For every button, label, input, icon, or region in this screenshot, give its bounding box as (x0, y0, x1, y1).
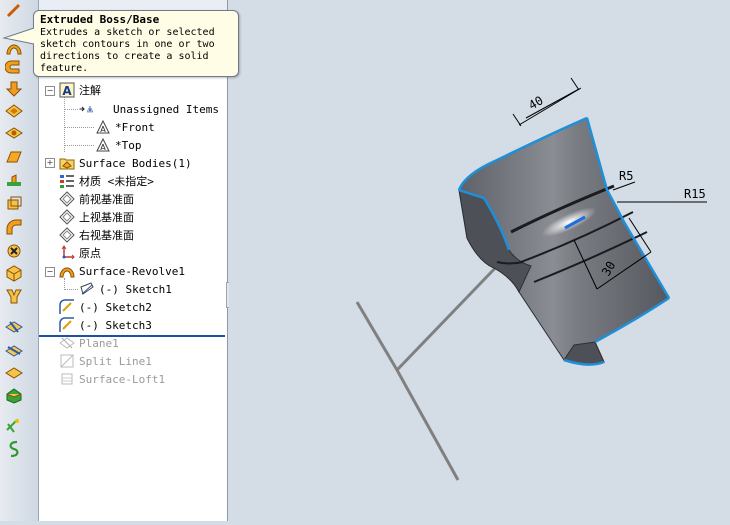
curves-icon[interactable] (4, 440, 24, 458)
tree-item-label: Split Line1 (79, 354, 152, 368)
tree-guide-line (64, 289, 78, 290)
collapse-revolve-toggle[interactable]: − (45, 267, 55, 277)
tooltip-title: Extruded Boss/Base (40, 13, 160, 26)
tree-item-label: Plane1 (79, 336, 119, 350)
svg-text:A: A (100, 143, 106, 152)
boundary-boss-icon[interactable] (4, 102, 24, 120)
sketch-icon (79, 281, 95, 297)
tree-item-front-annotation[interactable]: A *Front (95, 118, 155, 136)
tree-item-label: 右视基准面 (79, 229, 134, 242)
split-line-icon (59, 353, 75, 369)
expand-surface-bodies-toggle[interactable]: + (45, 158, 55, 168)
tooltip-body: Extrudes a sketch or selected sketch con… (40, 27, 238, 75)
extruded-cut-icon[interactable] (4, 124, 24, 142)
tree-item-label: 材质 <未指定> (79, 175, 154, 188)
tooltip-line: Extrudes a sketch or selected (40, 27, 215, 38)
annotation-view-icon: A (95, 137, 111, 153)
wrap-icon[interactable] (4, 287, 24, 305)
tree-item-annotations[interactable]: A 注解 (59, 81, 101, 99)
shell-icon[interactable] (4, 194, 24, 212)
tree-item-label: (-) Sketch2 (79, 300, 152, 314)
annotation-view-icon: A (95, 119, 111, 135)
tree-guide-line (64, 145, 94, 146)
tree-item-sketch3[interactable]: (-) Sketch3 (59, 316, 152, 334)
svg-text:A: A (62, 84, 72, 98)
arrow-annotation-icon: A (79, 101, 95, 117)
tree-item-label: Surface Bodies(1) (79, 156, 192, 170)
model-view[interactable]: 40 R5 R15 30 (229, 0, 730, 521)
tooltip-line: directions to create a solid (40, 51, 209, 62)
plane-icon[interactable] (4, 148, 24, 166)
sketch-icon (59, 299, 75, 315)
tree-item-label: 注解 (79, 84, 101, 97)
tree-item-label: (-) Sketch3 (79, 318, 152, 332)
collapse-annotations-toggle[interactable]: − (45, 86, 55, 96)
tree-item-front-plane[interactable]: 前视基准面 (59, 190, 134, 208)
surface-extrude-icon[interactable] (4, 318, 24, 336)
rollback-bar[interactable] (39, 335, 225, 337)
sketch-tool-icon[interactable] (4, 2, 24, 20)
delete-face-icon[interactable] (4, 242, 24, 260)
command-tooltip: Extruded Boss/Base Extrudes a sketch or … (33, 10, 239, 77)
tree-item-surface-revolve[interactable]: Surface-Revolve1 (59, 262, 185, 280)
plane-icon (59, 191, 75, 207)
features-toolbar (0, 0, 39, 521)
tree-item-label: *Front (115, 120, 155, 134)
svg-text:A: A (100, 125, 106, 134)
plane-icon (59, 335, 75, 351)
sketch-line[interactable] (355, 301, 460, 481)
tooltip-pointer (2, 27, 35, 45)
tree-item-label: 前视基准面 (79, 193, 134, 206)
tree-item-top-plane[interactable]: 上视基准面 (59, 208, 134, 226)
dimension-r15[interactable]: R15 (684, 187, 706, 201)
swept-boss-icon[interactable] (4, 58, 24, 76)
graphics-area[interactable]: 40 R5 R15 30 (229, 0, 730, 521)
surface-revolve-icon (59, 263, 75, 279)
tree-item-origin[interactable]: 原点 (59, 244, 101, 262)
surface-fill-icon[interactable] (4, 386, 24, 404)
tree-item-material[interactable]: 材质 <未指定> (59, 172, 154, 190)
tree-item-label: 上视基准面 (79, 211, 134, 224)
tree-item-label: 原点 (79, 247, 101, 260)
surface-revolve-icon[interactable] (4, 341, 24, 359)
draft-icon[interactable] (4, 264, 24, 282)
tree-guide-line (64, 96, 65, 152)
tree-item-sketch1[interactable]: (-) Sketch1 (79, 280, 172, 298)
lofted-boss-icon[interactable] (4, 80, 24, 98)
dimension-r5[interactable]: R5 (619, 169, 633, 183)
origin-icon (59, 245, 75, 261)
tree-item-label: Surface-Loft1 (79, 372, 166, 386)
tree-item-label: Unassigned Items (113, 102, 219, 116)
material-icon (59, 173, 75, 189)
sketch-line[interactable] (395, 260, 503, 372)
tree-guide-line (64, 109, 78, 110)
surface-loft-icon (59, 371, 75, 387)
feature-manager-tree: − A 注解 A Unassigned Items A *Front A *To… (39, 0, 228, 521)
tree-item-right-plane[interactable]: 右视基准面 (59, 226, 134, 244)
dimension-40[interactable]: 40 (526, 93, 546, 112)
tree-item-surface-loft[interactable]: Surface-Loft1 (59, 370, 165, 388)
surface-loft-icon[interactable] (4, 364, 24, 382)
surface-bodies-folder-icon (59, 155, 75, 171)
sketch-icon (59, 317, 75, 333)
dimension-40-line (512, 77, 582, 127)
rib-icon[interactable] (4, 218, 24, 236)
tree-item-label: Surface-Revolve1 (79, 264, 185, 278)
plane-icon (59, 227, 75, 243)
tooltip-line: sketch contours in one or two (40, 39, 215, 50)
tree-item-top-annotation[interactable]: A *Top (95, 136, 142, 154)
plane-icon (59, 209, 75, 225)
fillet-icon[interactable] (4, 172, 24, 190)
tree-item-split-line[interactable]: Split Line1 (59, 352, 152, 370)
reference-geometry-icon[interactable] (4, 418, 24, 436)
tree-item-label: (-) Sketch1 (99, 282, 172, 296)
tree-item-surface-bodies[interactable]: Surface Bodies(1) (59, 154, 192, 172)
tree-item-unassigned-items[interactable]: A Unassigned Items (79, 100, 219, 118)
tooltip-line: feature. (40, 63, 89, 74)
tree-item-label: *Top (115, 138, 142, 152)
tree-item-sketch2[interactable]: (-) Sketch2 (59, 298, 152, 316)
tree-guide-line (64, 127, 94, 128)
dimension-r5-leader (612, 181, 636, 191)
annotations-icon: A (59, 82, 75, 98)
